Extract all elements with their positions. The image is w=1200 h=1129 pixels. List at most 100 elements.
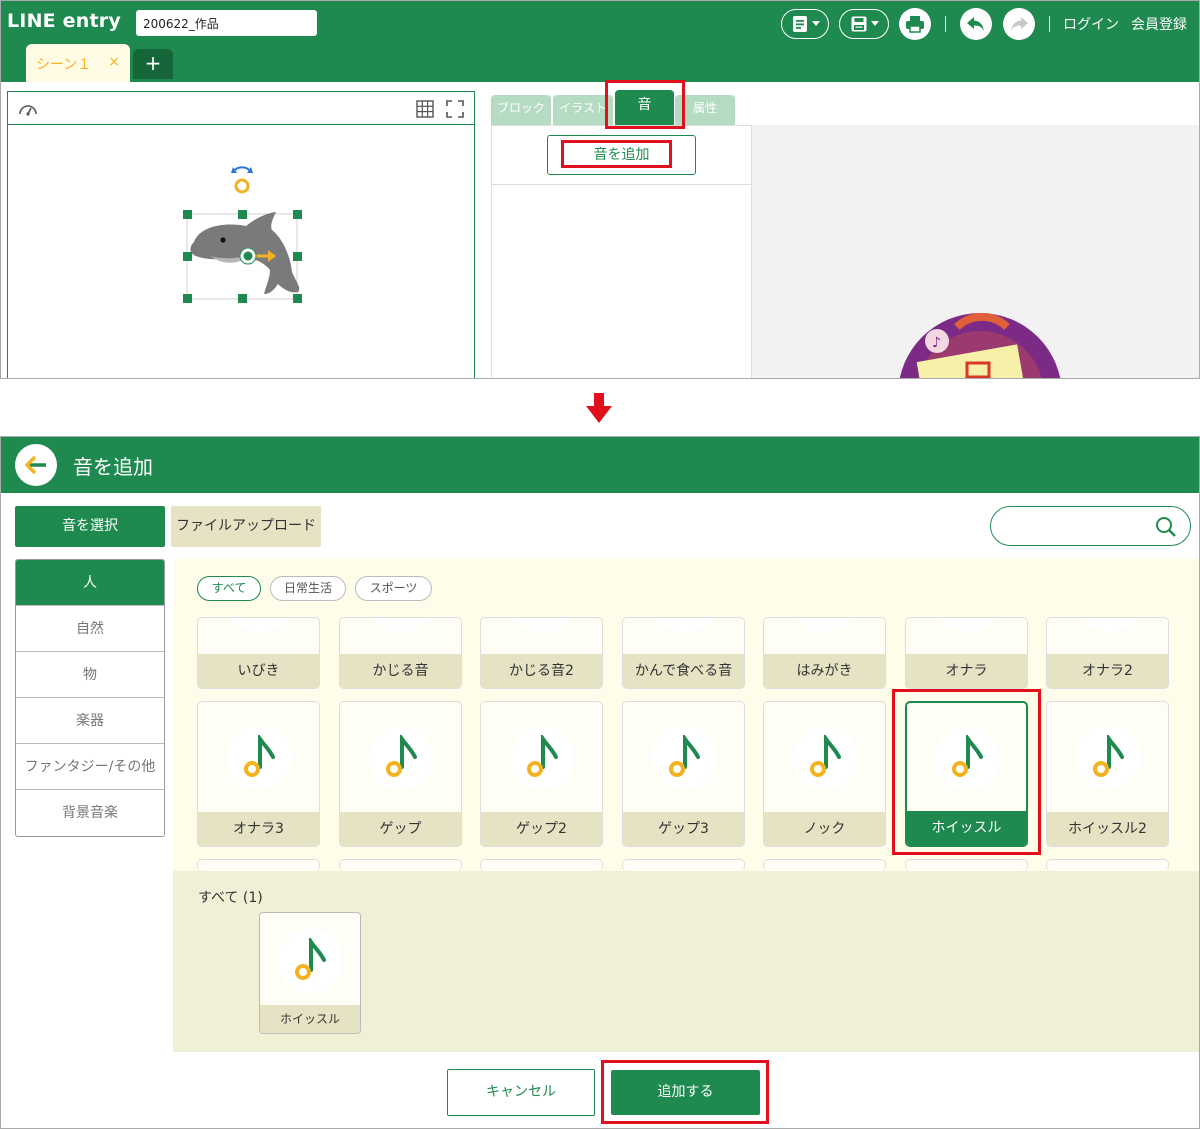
arrow-down-icon xyxy=(586,393,612,423)
login-link[interactable]: ログイン xyxy=(1063,14,1119,34)
sound-card[interactable]: はみがき xyxy=(763,617,886,689)
document-icon xyxy=(792,16,807,32)
undo-button[interactable] xyxy=(960,8,992,40)
sound-card[interactable] xyxy=(339,859,462,871)
category-bgm[interactable]: 背景音楽 xyxy=(16,790,164,836)
rotate-icon[interactable] xyxy=(231,166,253,173)
close-icon[interactable]: × xyxy=(108,54,120,72)
sound-label: ゲップ2 xyxy=(481,812,602,846)
sound-label: ゲップ3 xyxy=(623,812,744,846)
music-note-icon xyxy=(1093,735,1124,777)
fullscreen-icon[interactable] xyxy=(446,100,464,118)
save-menu-button[interactable] xyxy=(839,9,889,39)
selected-count: すべて (1) xyxy=(198,890,263,906)
sound-card[interactable]: かじる音2 xyxy=(480,617,603,689)
print-button[interactable] xyxy=(899,8,931,40)
sound-label: かんで食べる音 xyxy=(623,654,744,688)
category-list: 人 自然 物 楽器 ファンタジー/その他 背景音楽 xyxy=(15,559,165,837)
sound-card[interactable]: ノック xyxy=(763,701,886,847)
scene-tab-label: シーン１ xyxy=(36,57,92,73)
sound-card[interactable]: ホイッスル2 xyxy=(1046,701,1169,847)
music-note-icon xyxy=(527,735,558,777)
sound-label: オナラ xyxy=(906,654,1027,688)
app-logo: LINE entry xyxy=(7,10,121,32)
sound-card[interactable]: オナラ2 xyxy=(1046,617,1169,689)
sound-label: ゲップ xyxy=(340,812,461,846)
add-scene-button[interactable]: + xyxy=(133,49,173,79)
highlight-add-button xyxy=(601,1060,769,1124)
document-menu-button[interactable] xyxy=(781,9,829,39)
music-note-icon xyxy=(244,735,275,777)
divider xyxy=(492,184,751,185)
file-upload-tab[interactable]: ファイルアップロード xyxy=(171,506,321,547)
category-people[interactable]: 人 xyxy=(16,560,164,606)
grid-icon[interactable] xyxy=(416,100,434,118)
sound-card[interactable]: オナラ3 xyxy=(197,701,320,847)
music-illustration-icon: ♪ xyxy=(899,313,1061,378)
sound-card[interactable]: ゲップ3 xyxy=(622,701,745,847)
save-icon xyxy=(851,16,866,32)
category-fantasy[interactable]: ファンタジー/その他 xyxy=(16,744,164,790)
print-icon xyxy=(906,16,924,33)
filter-daily-life[interactable]: 日常生活 xyxy=(270,576,346,601)
music-note-icon xyxy=(669,735,700,777)
sound-card[interactable]: いびき xyxy=(197,617,320,689)
filter-sports[interactable]: スポーツ xyxy=(355,576,432,601)
search-icon[interactable] xyxy=(1155,516,1177,538)
sound-label: ノック xyxy=(764,812,885,846)
back-button[interactable] xyxy=(15,444,57,486)
sound-label: かじる音 xyxy=(340,654,461,688)
svg-text:♪: ♪ xyxy=(932,335,941,351)
category-objects[interactable]: 物 xyxy=(16,652,164,698)
caret-down-icon xyxy=(870,21,879,26)
sound-card[interactable] xyxy=(1046,859,1169,871)
top-header: LINE entry 200622_作品 ログイン 会員登録 シーン１ × + xyxy=(1,1,1199,82)
redo-icon xyxy=(1011,17,1028,31)
sound-card[interactable]: かじる音 xyxy=(339,617,462,689)
music-note-icon xyxy=(810,735,841,777)
speedometer-icon[interactable] xyxy=(18,100,38,118)
category-instruments[interactable]: 楽器 xyxy=(16,698,164,744)
redo-button[interactable] xyxy=(1003,8,1035,40)
sound-label: いびき xyxy=(198,654,319,688)
undo-icon xyxy=(967,17,984,31)
arrow-left-icon xyxy=(25,455,46,475)
dialog-title: 音を追加 xyxy=(73,455,153,479)
tab-block[interactable]: ブロック xyxy=(491,95,551,125)
highlight-sound-tab xyxy=(605,80,685,129)
tab-scene-1[interactable]: シーン１ × xyxy=(26,44,130,82)
cancel-button[interactable]: キャンセル xyxy=(447,1069,595,1116)
add-sound-dialog: 音を追加 音を選択 ファイルアップロード 人 自然 物 楽器 ファンタジー/その… xyxy=(0,436,1200,1129)
category-nature[interactable]: 自然 xyxy=(16,606,164,652)
filter-all[interactable]: すべて xyxy=(197,576,261,601)
selected-sound-item[interactable]: ホイッスル xyxy=(259,912,361,1034)
sound-label: はみがき xyxy=(764,654,885,688)
editor-screenshot: LINE entry 200622_作品 ログイン 会員登録 シーン１ × + xyxy=(0,0,1200,379)
sound-label: オナラ3 xyxy=(198,812,319,846)
select-sound-tab[interactable]: 音を選択 xyxy=(15,506,165,547)
sound-card[interactable] xyxy=(622,859,745,871)
sound-card[interactable]: ゲップ xyxy=(339,701,462,847)
divider xyxy=(945,16,946,32)
music-note-icon xyxy=(295,938,326,980)
sound-card[interactable] xyxy=(905,859,1028,871)
sound-card[interactable]: オナラ xyxy=(905,617,1028,689)
selected-sound-label: ホイッスル xyxy=(260,1005,360,1033)
music-note-icon xyxy=(386,735,417,777)
dialog-header: 音を追加 xyxy=(1,437,1199,493)
sound-card[interactable] xyxy=(480,859,603,871)
dolphin-sprite[interactable] xyxy=(180,164,308,308)
search-input[interactable] xyxy=(990,506,1191,546)
signup-link[interactable]: 会員登録 xyxy=(1131,14,1187,34)
sound-card[interactable] xyxy=(763,859,886,871)
divider xyxy=(1049,16,1050,32)
project-name-input[interactable]: 200622_作品 xyxy=(136,10,317,36)
caret-down-icon xyxy=(811,21,820,26)
sound-card[interactable]: ゲップ2 xyxy=(480,701,603,847)
stage-canvas[interactable] xyxy=(7,91,475,378)
stage-toolbar xyxy=(8,92,474,125)
sound-card[interactable]: かんで食べる音 xyxy=(622,617,745,689)
sound-card[interactable] xyxy=(197,859,320,871)
tab-illust[interactable]: イラスト xyxy=(553,95,613,125)
highlight-whistle xyxy=(892,689,1041,855)
